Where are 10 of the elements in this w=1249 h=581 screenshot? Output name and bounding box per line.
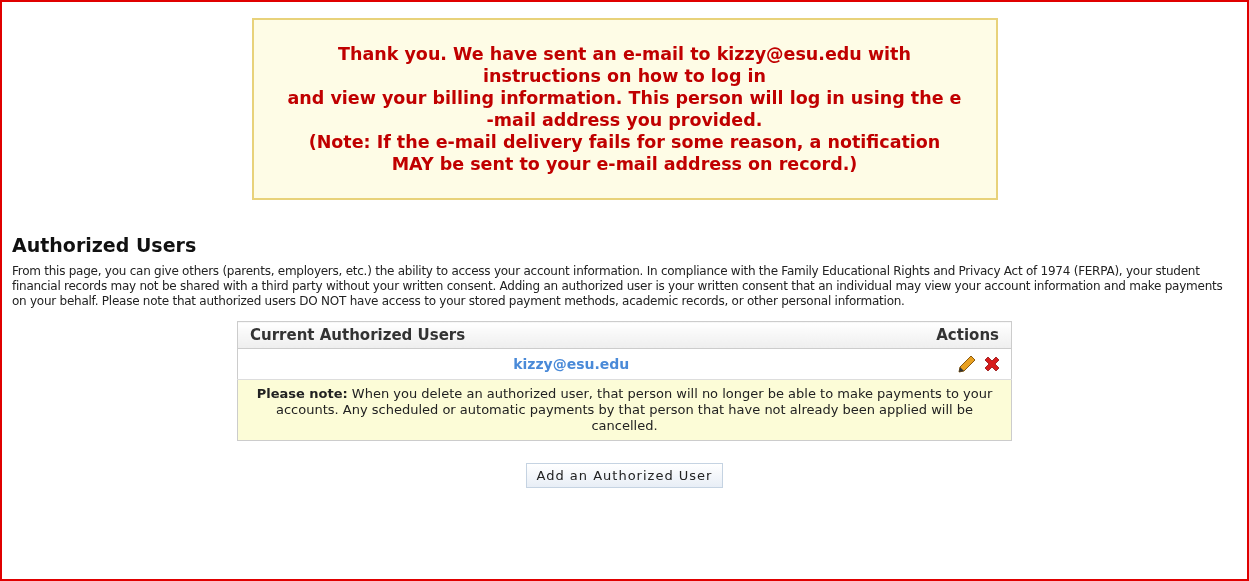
confirmation-message: Thank you. We have sent an e-mail to kizzy@esu.edu with instructions on how to log in and view your billing information. This person will log in using the e -mail address you provided. (Note: If the e-mail delivery fails for some reason, a notification MAY be sent to your e-mail address on record.) xyxy=(287,43,962,175)
column-header: Actions xyxy=(804,321,1012,349)
page-heading: Authorized Users xyxy=(12,234,198,256)
description-text: From this page, you can give others (parents, employers, etc.) the ability to access your account information. In compliance with the Family Educational Rights and Privacy Act of 1974 (FERPA), your student financial records may not be shared with a third party without your written consent. Adding an authorized user is your written consent that an individual may view your account information and make payments on your behalf. Please note that authorized users DO NOT have access to your stored payment methods, academic records, or other personal information. xyxy=(12,264,1224,309)
user-email: kizzy@esu.edu xyxy=(513,356,630,372)
add-user-button[interactable]: Add an Authorized User xyxy=(525,463,724,488)
delete-icon[interactable] xyxy=(983,355,1001,373)
note-text: Please note: When you delete an authorized user, that person will no longer be able to make payments to your accounts. Any scheduled or automatic payments by that person that have not already been applied will be cancelled. xyxy=(256,386,993,433)
column-header: Current Authorized Users xyxy=(237,321,805,349)
pencil-icon[interactable] xyxy=(957,355,976,373)
